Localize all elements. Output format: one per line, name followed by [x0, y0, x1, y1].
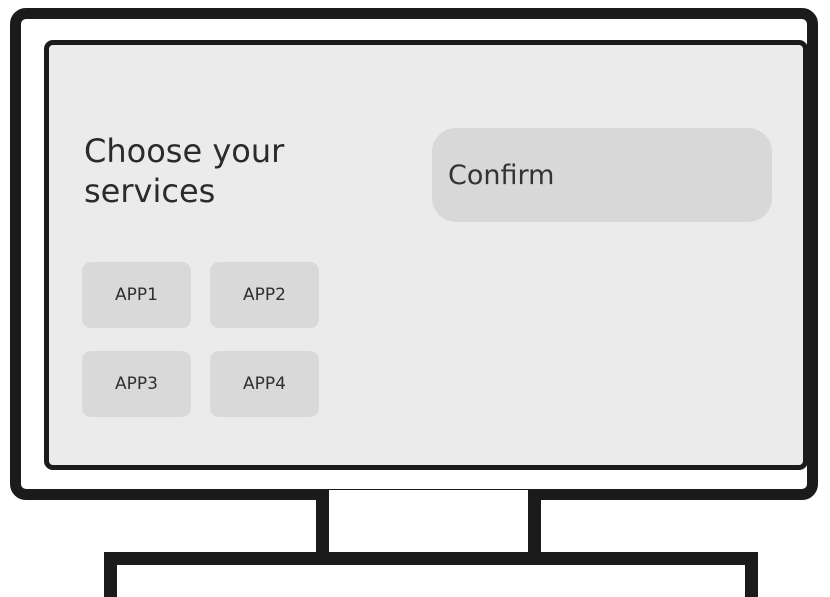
monitor-stand-base [104, 552, 758, 597]
monitor-screen: Choose your services Confirm APP1 APP2 A… [44, 40, 808, 470]
app-tile-app3[interactable]: APP3 [82, 351, 191, 417]
page-title: Choose your services [84, 132, 285, 210]
confirm-button[interactable]: Confirm [432, 128, 772, 222]
app-tile-app1[interactable]: APP1 [82, 262, 191, 328]
app-tile-app2[interactable]: APP2 [210, 262, 319, 328]
app-tile-app4[interactable]: APP4 [210, 351, 319, 417]
